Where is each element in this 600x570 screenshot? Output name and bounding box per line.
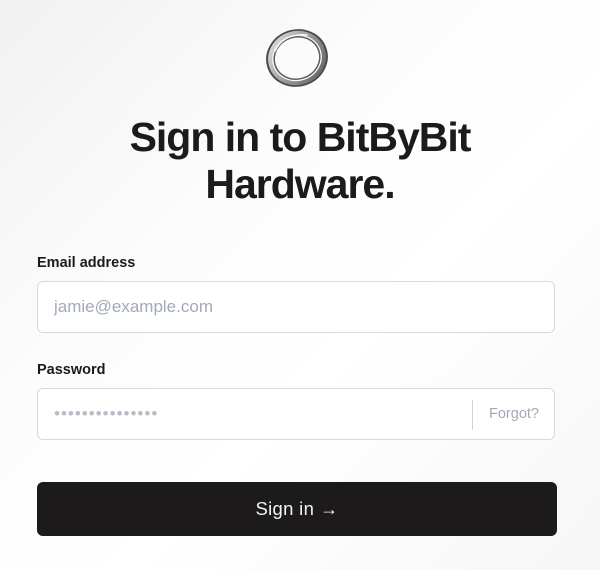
forgot-password-link[interactable]: Forgot? bbox=[489, 406, 539, 422]
password-field-container: Forgot? bbox=[37, 388, 555, 440]
email-label: Email address bbox=[37, 255, 136, 271]
sign-in-button[interactable]: Sign in → bbox=[37, 482, 557, 536]
arrow-right-icon: → bbox=[320, 498, 339, 519]
email-field-container bbox=[37, 281, 555, 333]
password-field[interactable] bbox=[38, 389, 472, 439]
field-divider bbox=[472, 400, 473, 430]
page-title: Sign in to BitByBit Hardware. bbox=[0, 114, 600, 208]
page-title-line-1: Sign in to BitByBit bbox=[129, 114, 472, 160]
ring-logo-icon bbox=[266, 29, 328, 87]
sign-in-label: Sign in bbox=[255, 498, 315, 519]
page-title-line-2: Hardware. bbox=[205, 161, 395, 207]
email-field[interactable] bbox=[38, 282, 554, 332]
password-label: Password bbox=[37, 362, 106, 378]
